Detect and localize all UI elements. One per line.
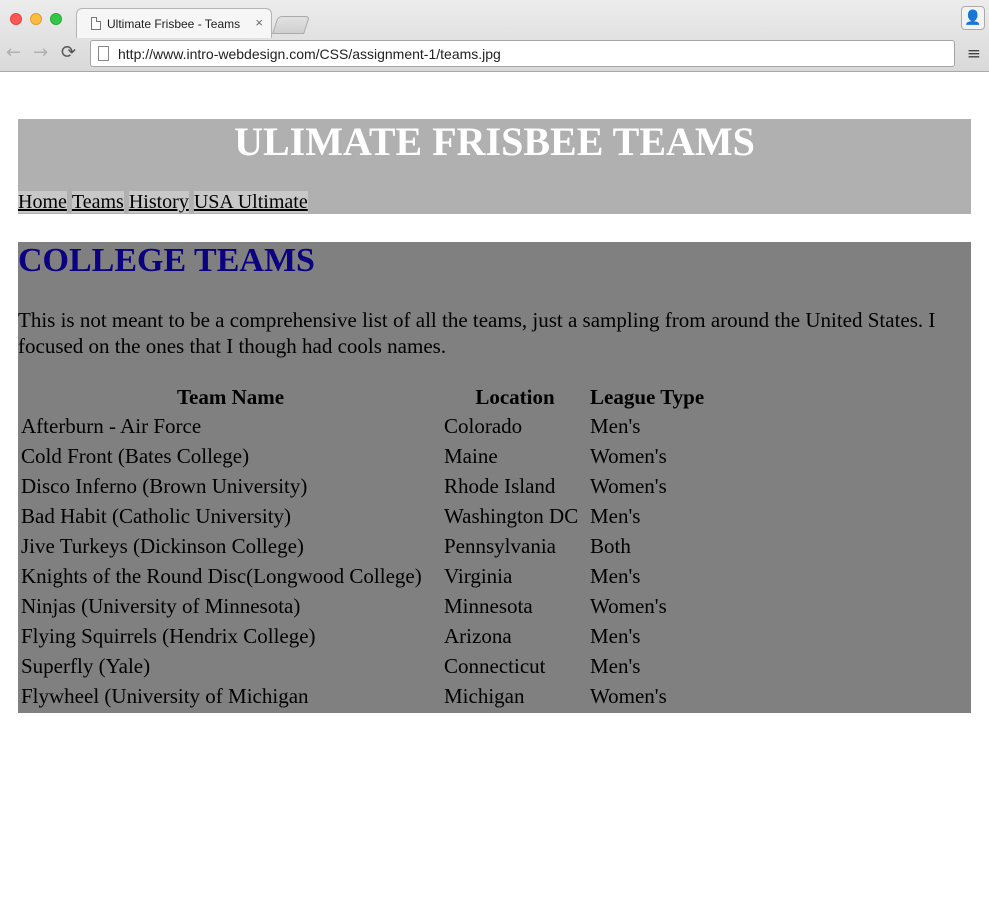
profile-icon[interactable]: 👤 [961,6,985,30]
table-row: Flywheel (University of Michigan Michigan… [20,682,709,710]
intro-paragraph: This is not meant to be a comprehensive … [18,308,936,358]
url-text[interactable]: http://www.intro-webdesign.com/CSS/assig… [118,46,501,62]
location-cell: Connecticut [444,654,546,678]
column-header-league-type: League Type [590,385,705,409]
location-cell: Minnesota [444,594,533,618]
forward-arrow-icon[interactable]: → [33,42,48,64]
site-header: ULIMATE FRISBEE TEAMS Home Teams History US… [18,119,971,214]
table-header-row: Team Name Location League Type [20,384,709,410]
main-section: COLLEGE TEAMS This is not meant to be a … [18,242,971,713]
league-type-cell: Women's [590,684,667,708]
table-row: Bad Habit (Catholic University) Washingto… [20,502,709,530]
league-type-cell: Men's [590,564,641,588]
location-cell: Michigan [444,684,525,708]
team-name-cell: Ninjas (University of Minnesota) [21,594,301,618]
table-row: Cold Front (Bates College) Maine Women's [20,442,709,470]
league-type-cell: Men's [590,414,641,438]
back-arrow-icon[interactable]: ← [6,42,21,64]
site-nav: Home Teams History USA Ultimate [18,190,309,214]
tab-close-icon[interactable]: × [255,15,263,30]
location-cell: Arizona [444,624,512,648]
location-cell: Washington DC [444,504,579,528]
team-name-cell: Bad Habit (Catholic University) [21,504,292,528]
table-row: Flying Squirrels (Hendrix College) Arizon… [20,622,709,650]
team-name-cell: Flywheel (University of Michigan [21,684,309,708]
team-name-cell: Afterburn - Air Force [21,414,202,438]
league-type-cell: Women's [590,444,667,468]
zoom-window-button[interactable] [50,13,62,25]
table-row: Knights of the Round Disc(Longwood Colle… [20,562,709,590]
address-bar[interactable]: http://www.intro-webdesign.com/CSS/assig… [90,40,955,67]
section-title: COLLEGE TEAMS [18,242,315,279]
location-cell: Pennsylvania [444,534,556,558]
table-row: Jive Turkeys (Dickinson College) Pennsylv… [20,532,709,560]
league-type-cell: Men's [590,654,641,678]
new-tab-button[interactable] [272,16,310,34]
nav-link-usa-ultimate[interactable]: USA Ultimate [193,191,308,213]
table-row: Disco Inferno (Brown University) Rhode Is… [20,472,709,500]
team-name-cell: Cold Front (Bates College) [21,444,250,468]
close-window-button[interactable] [10,13,22,25]
column-header-team-name: Team Name [176,385,285,409]
location-cell: Rhode Island [444,474,556,498]
reload-icon[interactable]: ⟳ [61,42,76,64]
nav-link-history[interactable]: History [128,191,189,213]
minimize-window-button[interactable] [30,13,42,25]
nav-link-teams[interactable]: Teams [71,191,124,213]
location-cell: Colorado [444,414,523,438]
location-cell: Virginia [444,564,513,588]
team-name-cell: Jive Turkeys (Dickinson College) [21,534,304,558]
team-name-cell: Disco Inferno (Brown University) [21,474,308,498]
table-row: Afterburn - Air Force Colorado Men's [20,412,709,440]
menu-icon[interactable]: ≡ [967,44,981,64]
league-type-cell: Women's [590,594,667,618]
document-icon [91,17,101,30]
teams-table: Team Name Location League Type Afterburn… [18,382,711,712]
column-header-location: Location [475,385,555,409]
site-title: ULIMATE FRISBEE TEAMS [234,119,755,164]
location-cell: Maine [444,444,498,468]
browser-chrome: Ultimate Frisbee - Teams × 👤 ← → ⟳ http:… [0,0,989,72]
league-type-cell: Men's [590,624,641,648]
league-type-cell: Men's [590,504,641,528]
team-name-cell: Knights of the Round Disc(Longwood Colle… [21,564,422,588]
team-name-cell: Superfly (Yale) [21,654,151,678]
league-type-cell: Women's [590,474,667,498]
table-row: Ninjas (University of Minnesota) Minnesot… [20,592,709,620]
table-row: Superfly (Yale) Connecticut Men's [20,652,709,680]
browser-tab[interactable]: Ultimate Frisbee - Teams × [76,8,272,38]
nav-link-home[interactable]: Home [18,191,67,213]
page-icon [98,46,109,61]
league-type-cell: Both [590,534,631,558]
tab-title: Ultimate Frisbee - Teams [107,17,241,31]
team-name-cell: Flying Squirrels (Hendrix College) [21,624,316,648]
